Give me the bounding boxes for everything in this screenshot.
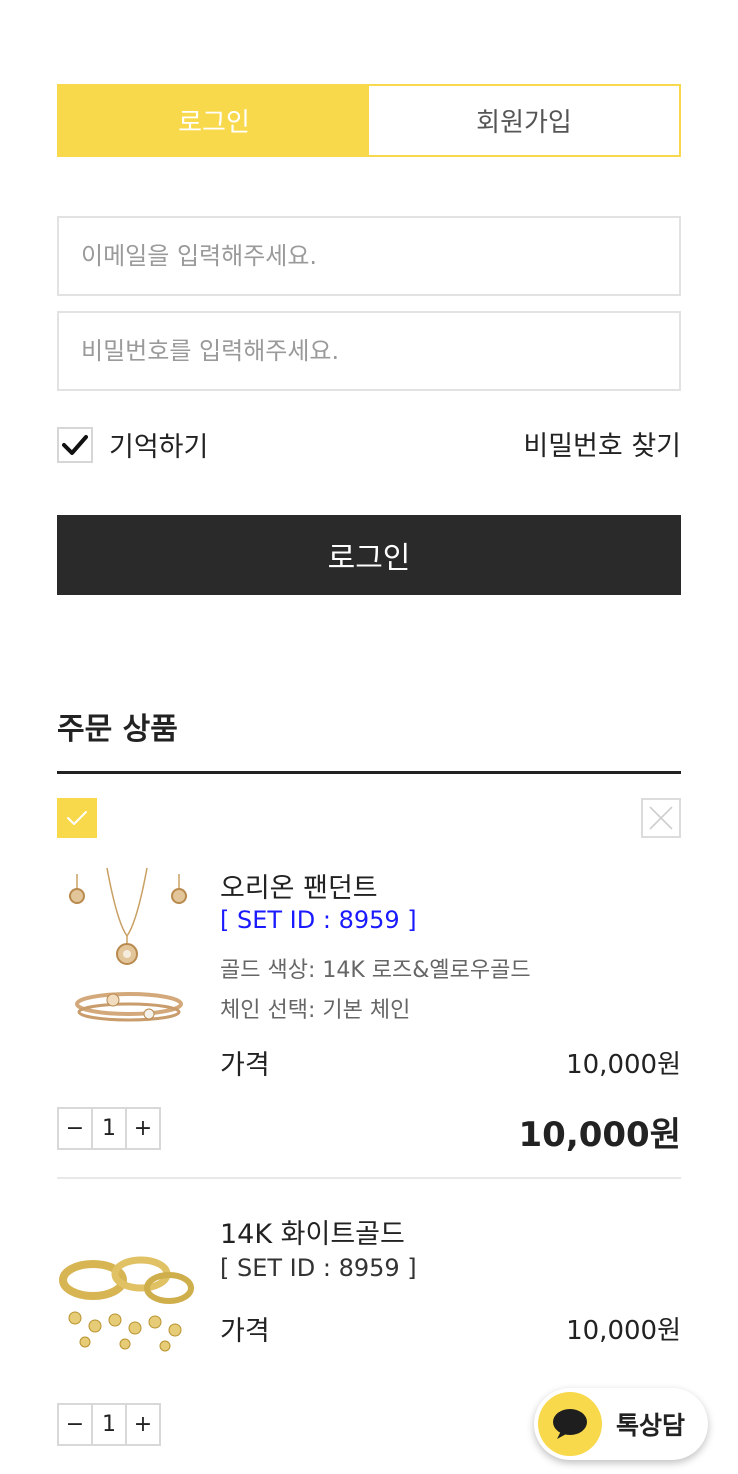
price-value: 10,000원 (566, 1050, 681, 1080)
product-option: 체인 선택: 기본 체인 (220, 992, 410, 1024)
password-field-wrapper (57, 311, 681, 391)
product-set-id: [ SET ID : 8959 ] (220, 906, 417, 934)
chat-label: 톡상담 (616, 1411, 686, 1440)
email-field[interactable] (59, 218, 679, 294)
qty-plus-button[interactable]: + (127, 1405, 159, 1444)
product-name[interactable]: 14K 화이트골드 (220, 1212, 405, 1251)
quantity-stepper: − 1 + (57, 1107, 161, 1150)
item-total: 10,000원 (518, 1115, 681, 1155)
option-value: 기본 체인 (322, 998, 411, 1023)
remember-checkbox[interactable] (57, 426, 93, 463)
password-field[interactable] (59, 313, 679, 389)
price-label: 가격 (220, 1050, 270, 1081)
auth-tabs: 로그인 회원가입 (57, 84, 681, 157)
qty-plus-button[interactable]: + (127, 1109, 159, 1148)
quantity-stepper: − 1 + (57, 1403, 161, 1446)
qty-value[interactable]: 1 (91, 1109, 127, 1148)
select-all-checkbox[interactable] (57, 798, 97, 838)
option-value: 14K 로즈&옐로우골드 (322, 958, 531, 983)
qty-minus-button[interactable]: − (59, 1405, 91, 1444)
qty-value[interactable]: 1 (91, 1405, 127, 1444)
product-option: 골드 색상: 14K 로즈&옐로우골드 (220, 952, 531, 984)
chat-consult-button[interactable]: 톡상담 (534, 1388, 708, 1460)
chat-bubble-icon (538, 1392, 602, 1456)
product-name[interactable]: 오리온 팬던트 (220, 866, 378, 905)
product-image-pendant[interactable] (57, 862, 197, 1032)
option-key: 체인 선택: (220, 998, 316, 1023)
checkmark-icon (62, 434, 88, 455)
remember-me: 기억하기 (57, 425, 208, 464)
option-key: 골드 색상: (220, 958, 316, 983)
tab-login[interactable]: 로그인 (59, 86, 369, 155)
product-set-id: [ SET ID : 8959 ] (220, 1254, 417, 1282)
checkmark-icon (67, 811, 87, 825)
close-icon (649, 806, 673, 830)
delete-selected-button[interactable] (641, 798, 681, 838)
find-password-link[interactable]: 비밀번호 찾기 (523, 424, 681, 463)
divider (57, 771, 681, 774)
email-field-wrapper (57, 216, 681, 296)
login-button[interactable]: 로그인 (57, 515, 681, 595)
section-title: 주문 상품 (57, 712, 178, 747)
price-label: 가격 (220, 1316, 270, 1347)
tab-signup[interactable]: 회원가입 (369, 86, 679, 155)
remember-label: 기억하기 (109, 432, 209, 463)
product-image-whitegold[interactable] (57, 1210, 197, 1380)
price-value: 10,000원 (566, 1316, 681, 1346)
divider (57, 1177, 681, 1179)
qty-minus-button[interactable]: − (59, 1109, 91, 1148)
